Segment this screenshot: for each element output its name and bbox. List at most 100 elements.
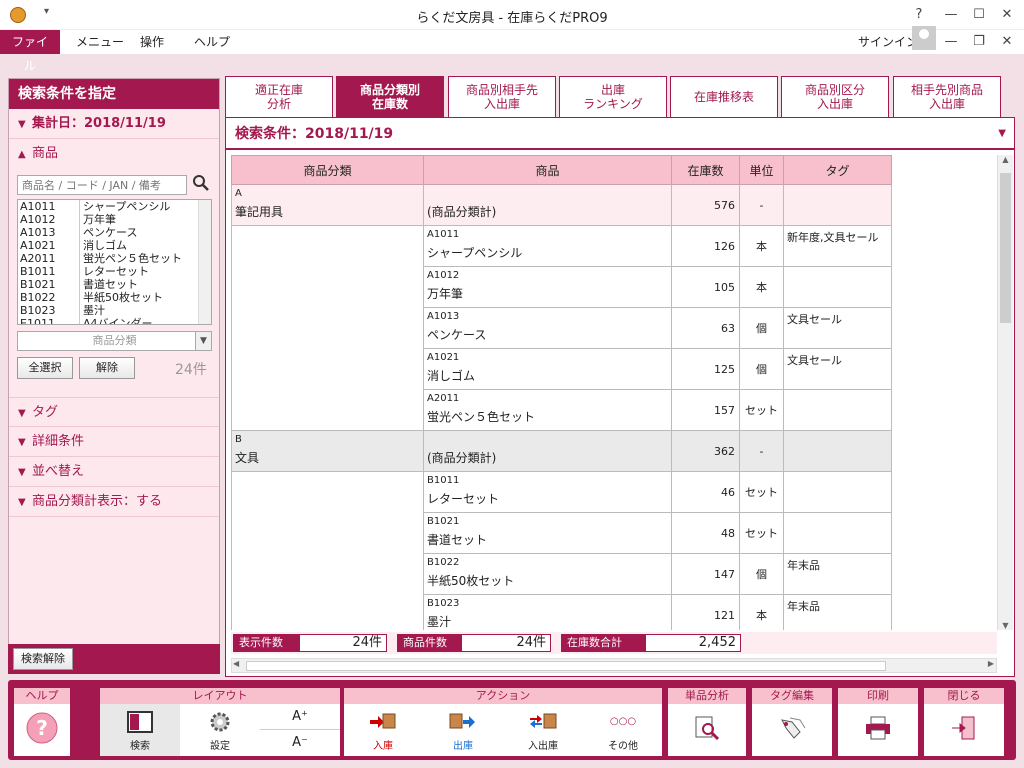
table-row[interactable]: A1013 ペンケース 63 個文具セール [231,307,892,349]
tag-row[interactable]: ▼ タグ [9,397,219,427]
horizontal-scrollbar[interactable]: ◀ ▶ [231,658,997,673]
scroll-up-icon[interactable]: ▲ [998,155,1013,164]
date-row[interactable]: ▼ 集計日：2018/11/19 [9,109,219,139]
stock-in-button[interactable]: 入庫 [344,704,422,756]
signin-link[interactable]: サインイン [858,33,918,50]
unit-cell: セット [739,471,784,513]
column-header[interactable]: 単位 [739,155,784,185]
column-header[interactable]: タグ [783,155,892,185]
maximize-button[interactable]: ☐ [968,4,990,26]
vertical-scrollbar[interactable]: ▲ ▼ [997,155,1013,630]
search-layout-button[interactable]: 検索 [100,704,180,756]
horizontal-scroll-thumb[interactable] [246,661,886,671]
product-filter-box: A1011シャープペンシルA1012万年筆A1013ペンケースA1021消しゴム… [9,169,219,397]
scroll-left-icon[interactable]: ◀ [233,659,239,668]
product-list[interactable]: A1011 シャープペンシル A1012 万年筆 A1013 ペンケース A1021 消しゴム… [17,199,212,325]
tag-edit-button[interactable] [752,704,832,756]
menu-menu[interactable]: メニュー [64,30,136,54]
detail-row[interactable]: ▼ 詳細条件 [9,427,219,457]
menu-help[interactable]: ヘルプ [182,30,242,54]
sort-row[interactable]: ▼ 並べ替え [9,457,219,487]
product-search-input[interactable] [17,175,187,195]
table-row[interactable]: B1021 書道セット 48 セット [231,512,892,554]
product-name: 蛍光ペン５色セット [427,410,536,424]
font-decrease-button[interactable]: A⁻ [260,730,340,756]
table-row[interactable]: B1022 半紙50枚セット 147 個年末品 [231,553,892,595]
help-button[interactable]: ? [14,704,70,756]
product-list-item[interactable]: A1011 シャープペンシル [18,200,211,213]
product-list-item[interactable]: E1011 A4バインダー [18,317,211,324]
minimize-button[interactable]: — [940,4,962,26]
tab-report-2[interactable]: 商品分類別 在庫数 [336,76,444,120]
font-increase-button[interactable]: A⁺ [260,704,340,730]
settings-button[interactable]: 設定 [180,704,260,756]
product-list-item[interactable]: A1012 万年筆 [18,213,211,226]
product-cell: A2011 蛍光ペン５色セット [423,389,672,431]
product-list-scrollbar[interactable] [198,200,211,324]
print-button[interactable] [838,704,918,756]
unit-cell: 個 [739,348,784,390]
close-app-button[interactable] [924,704,1004,756]
tab-report-7[interactable]: 相手先別商品 入出庫 [893,76,1001,118]
chevron-down-icon[interactable]: ▼ [998,118,1006,150]
stock-out-button[interactable]: 出庫 [424,704,502,756]
subtotal-row[interactable]: B 文具 (商品分類計) 362- [231,430,892,472]
menu-operation[interactable]: 操作 [128,30,176,54]
table-row[interactable]: A2011 蛍光ペン５色セット 157 セット [231,389,892,431]
tab-report-3[interactable]: 商品別相手先 入出庫 [448,76,556,118]
scroll-down-icon[interactable]: ▼ [998,621,1013,630]
subtotal-row[interactable]: A 筆記用具 (商品分類計) 576- [231,184,892,226]
search-icon[interactable] [192,174,210,192]
tab-report-1[interactable]: 適正在庫 分析 [225,76,333,118]
category-select[interactable]: 商品分類 ▼ [17,331,212,351]
tab-report-6[interactable]: 商品別区分 入出庫 [781,76,889,118]
product-list-item[interactable]: A2011 蛍光ペン５色セット [18,252,211,265]
product-list-item[interactable]: B1022 半紙50枚セット [18,291,211,304]
layout-group-label: レイアウト [100,688,340,704]
tag-cell [783,389,892,431]
clear-search-button[interactable]: 検索解除 [13,648,73,670]
column-header[interactable]: 商品分類 [231,155,424,185]
subtotal-row[interactable]: ▼ 商品分類計表示：する [9,487,219,517]
subtotal-label: (商品分類計) [427,205,497,219]
product-list-item[interactable]: A1013 ペンケース [18,226,211,239]
tab-label-line1: 商品別相手先 [465,83,538,97]
table-row[interactable]: A1012 万年筆 105 本 [231,266,892,308]
product-name: 書道セット [83,278,138,291]
help-icon-glyph: ? [36,716,48,740]
product-code: A1011 [427,229,460,240]
empty-category-cell [231,225,424,267]
close-window-button[interactable]: ✕ [996,4,1018,26]
select-all-button[interactable]: 全選択 [17,357,73,379]
product-list-item[interactable]: B1023 墨汁 [18,304,211,317]
scroll-right-icon[interactable]: ▶ [988,659,994,668]
menu-file[interactable]: ファイル [0,30,60,73]
help-title-button[interactable]: ? [908,4,930,26]
column-header[interactable]: 在庫数 [671,155,740,185]
sub-restore-button[interactable]: ❐ [968,31,990,53]
vertical-scroll-thumb[interactable] [1000,173,1011,323]
tab-report-5[interactable]: 在庫推移表 [670,76,778,118]
table-row[interactable]: B1011 レターセット 46 セット [231,471,892,513]
sub-close-button[interactable]: ✕ [996,31,1018,53]
stock-total-label: 在庫数合計 [561,634,645,652]
avatar[interactable] [912,26,936,50]
table-row[interactable]: A1021 消しゴム 125 個文具セール [231,348,892,390]
item-analysis-button[interactable] [668,704,746,756]
subtotal-row-label: 商品分類計表示：する [32,494,163,509]
table-row[interactable]: A1011 シャープペンシル 126 本新年度,文具セール [231,225,892,267]
tab-label-line1: 相手先別商品 [910,83,983,97]
stock-in-icon [370,713,396,729]
product-row[interactable]: ▲ 商品 [9,139,219,169]
stock-qty: 157 [671,389,740,431]
sub-minimize-button[interactable]: — [940,31,962,53]
deselect-button[interactable]: 解除 [79,357,135,379]
tab-report-4[interactable]: 出庫 ランキング [559,76,667,118]
product-list-item[interactable]: B1021 書道セット [18,278,211,291]
column-header[interactable]: 商品 [423,155,672,185]
table-row[interactable]: B1023 墨汁 121 本年末品 [231,594,892,630]
other-action-button[interactable]: ○○○ その他 [584,704,662,756]
product-list-item[interactable]: A1021 消しゴム [18,239,211,252]
stock-inout-button[interactable]: 入出庫 [504,704,582,756]
product-list-item[interactable]: B1011 レターセット [18,265,211,278]
